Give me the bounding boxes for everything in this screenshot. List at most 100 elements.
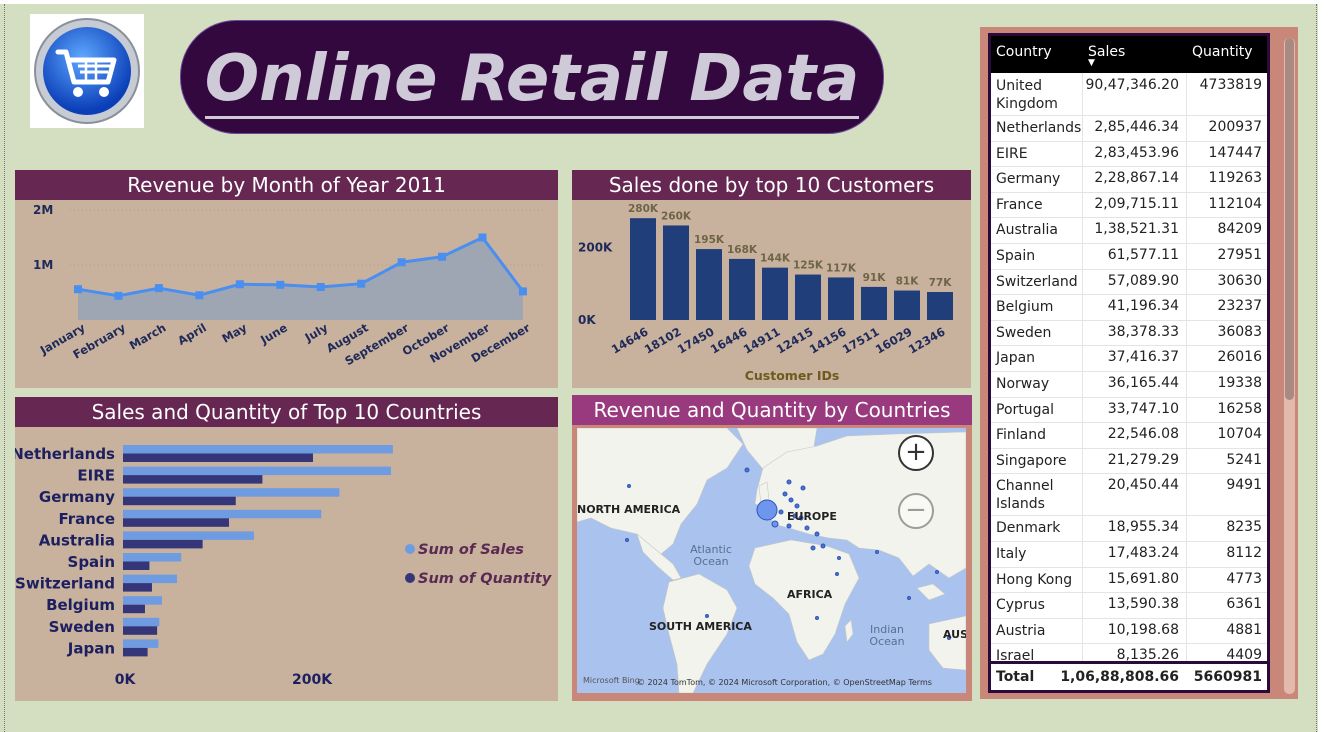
table-row[interactable]: Denmark 18,955.34 8235 bbox=[991, 515, 1267, 542]
sort-desc-icon[interactable]: ▼ bbox=[1088, 58, 1095, 68]
table-row[interactable]: Cyprus 13,590.38 6361 bbox=[991, 592, 1267, 619]
quantity-bar bbox=[123, 539, 203, 549]
revenue-point bbox=[74, 285, 82, 294]
cell-quantity: 8112 bbox=[1226, 545, 1262, 561]
table-row[interactable]: EIRE 2,83,453.96 147447 bbox=[991, 141, 1267, 168]
header-country[interactable]: Country bbox=[996, 44, 1052, 60]
table-total-row: Total 1,06,88,808.66 5660981 bbox=[991, 661, 1267, 690]
data-label: 144K bbox=[760, 253, 791, 265]
x-tick-label: May bbox=[219, 320, 249, 346]
map-brand: Microsoft Bing bbox=[583, 676, 640, 685]
table-row[interactable]: Singapore 21,279.29 5241 bbox=[991, 448, 1267, 475]
cell-quantity: 4881 bbox=[1226, 621, 1262, 638]
y-tick-label: France bbox=[58, 510, 115, 528]
table-scroll-thumb[interactable] bbox=[1285, 38, 1294, 400]
table-row[interactable]: Austria 10,198.68 4881 bbox=[991, 618, 1267, 645]
quantity-bar bbox=[123, 647, 148, 657]
sales-bar bbox=[123, 617, 160, 627]
customer-bar bbox=[828, 277, 854, 320]
y-tick-label: 0K bbox=[578, 313, 596, 327]
map-label-australia: AUS bbox=[943, 628, 966, 641]
cell-quantity: 36083 bbox=[1217, 323, 1262, 340]
table-row[interactable]: Norway 36,165.44 19338 bbox=[991, 371, 1267, 398]
world-map[interactable]: NORTH AMERICA EUROPE AFRICA SOUTH AMERIC… bbox=[577, 428, 966, 693]
zoom-out-button[interactable]: − bbox=[898, 493, 934, 529]
table-row[interactable]: Channel Islands 20,450.44 9491 bbox=[991, 473, 1267, 517]
sales-bar bbox=[123, 488, 340, 497]
table-row[interactable]: France 2,09,715.11 112104 bbox=[991, 192, 1267, 219]
x-tick-label: 18102 bbox=[642, 324, 684, 356]
cell-sales: 61,577.11 bbox=[1107, 247, 1179, 263]
revenue-point bbox=[154, 284, 163, 293]
data-label: 117K bbox=[826, 262, 857, 274]
revenue-point bbox=[438, 252, 447, 261]
customer-bar bbox=[795, 274, 821, 320]
table-row[interactable]: Italy 17,483.24 8112 bbox=[991, 541, 1267, 568]
table-row[interactable]: Switzerland 57,089.90 30630 bbox=[991, 269, 1267, 296]
data-label: 195K bbox=[694, 234, 725, 246]
table-row[interactable]: Germany 2,28,867.14 119263 bbox=[991, 166, 1267, 193]
customer-bar bbox=[696, 249, 722, 320]
top-countries-bar-chart[interactable]: Netherlands EIRE Germany France Australia Spa… bbox=[15, 427, 558, 701]
top-countries-panel: Sales and Quantity of Top 10 Countries N… bbox=[15, 397, 558, 701]
table-row[interactable]: Australia 1,38,521.31 84209 bbox=[991, 217, 1267, 244]
table-row[interactable]: Finland 22,546.08 10704 bbox=[991, 422, 1267, 449]
customer-bar bbox=[630, 218, 656, 320]
cell-quantity: 4733819 bbox=[1199, 77, 1262, 93]
customer-bar bbox=[927, 292, 953, 320]
dashboard-title: Online Retail Data bbox=[204, 42, 860, 119]
cell-sales: 18,955.34 bbox=[1107, 519, 1179, 536]
table-row[interactable]: Netherlands 2,85,446.34 200937 bbox=[991, 115, 1267, 142]
revenue-line-chart[interactable]: 1M2MJanuaryFebruaryMarch April May June July… bbox=[15, 200, 558, 388]
table-row[interactable]: United Kingdom 90,47,346.20 4733819 bbox=[991, 73, 1267, 116]
table-row[interactable]: Sweden 38,378.33 36083 bbox=[991, 320, 1267, 347]
top-customers-bar-chart[interactable]: 0K 200K 280K 14646 260K 18102 195K 17450 168K 164… bbox=[572, 200, 971, 388]
revenue-point bbox=[316, 283, 325, 291]
table-row[interactable]: Hong Kong 15,691.80 4773 bbox=[991, 567, 1267, 594]
table-row[interactable]: Spain 61,577.11 27951 bbox=[991, 243, 1267, 270]
x-axis-label: Customer IDs bbox=[745, 368, 840, 383]
legend-label-sales: Sum of Sales bbox=[418, 542, 524, 558]
y-tick-label: Australia bbox=[39, 531, 115, 549]
y-tick-label: Sweden bbox=[49, 618, 115, 636]
table-row[interactable]: Belgium 41,196.34 23237 bbox=[991, 294, 1267, 321]
title-banner: Online Retail Data bbox=[180, 20, 884, 134]
cell-country: France bbox=[996, 196, 1043, 213]
table-row[interactable]: Japan 37,416.37 26016 bbox=[991, 345, 1267, 372]
page-guide-left bbox=[4, 4, 5, 732]
quantity-bar bbox=[123, 453, 313, 462]
data-label: 168K bbox=[727, 244, 758, 256]
x-tick-label: 12415 bbox=[774, 324, 816, 356]
sales-bar bbox=[123, 639, 159, 648]
cell-sales: 15,691.80 bbox=[1107, 570, 1179, 587]
logo bbox=[30, 14, 144, 128]
cell-sales: 17,483.24 bbox=[1107, 545, 1179, 561]
country-table[interactable]: Country Sales ▼ Quantity United Kingdom 9… bbox=[988, 33, 1270, 693]
zoom-in-button[interactable]: + bbox=[898, 435, 934, 471]
revenue-point bbox=[114, 291, 123, 300]
customer-bar bbox=[762, 267, 788, 320]
cell-quantity: 27951 bbox=[1217, 247, 1262, 263]
y-tick-label: Spain bbox=[68, 553, 115, 571]
top-countries-title: Sales and Quantity of Top 10 Countries bbox=[15, 397, 558, 427]
customer-bar bbox=[663, 225, 689, 320]
header-quantity[interactable]: Quantity bbox=[1192, 44, 1253, 60]
data-label: 280K bbox=[628, 203, 659, 215]
quantity-bar bbox=[123, 496, 236, 506]
table-row[interactable]: Portugal 33,747.10 16258 bbox=[991, 397, 1267, 424]
quantity-bar bbox=[123, 583, 152, 592]
x-tick-label: 16029 bbox=[873, 324, 915, 356]
cell-country: Japan bbox=[996, 350, 1036, 367]
cell-country: Channel Islands bbox=[996, 478, 1054, 513]
cell-quantity: 5241 bbox=[1226, 451, 1262, 468]
quantity-bar bbox=[123, 518, 229, 527]
revenue-point bbox=[478, 233, 487, 242]
cell-sales: 36,165.44 bbox=[1107, 375, 1179, 391]
map-attribution[interactable]: © 2024 TomTom, © 2024 Microsoft Corporat… bbox=[637, 678, 932, 687]
sales-bar bbox=[123, 466, 391, 476]
revenue-by-month-panel: Revenue by Month of Year 2011 1M 2M Januar… bbox=[15, 170, 558, 388]
cell-quantity: 10704 bbox=[1217, 426, 1262, 443]
sales-bar bbox=[123, 445, 393, 454]
cell-quantity: 112104 bbox=[1208, 195, 1262, 212]
cell-sales: 38,378.33 bbox=[1107, 323, 1179, 340]
